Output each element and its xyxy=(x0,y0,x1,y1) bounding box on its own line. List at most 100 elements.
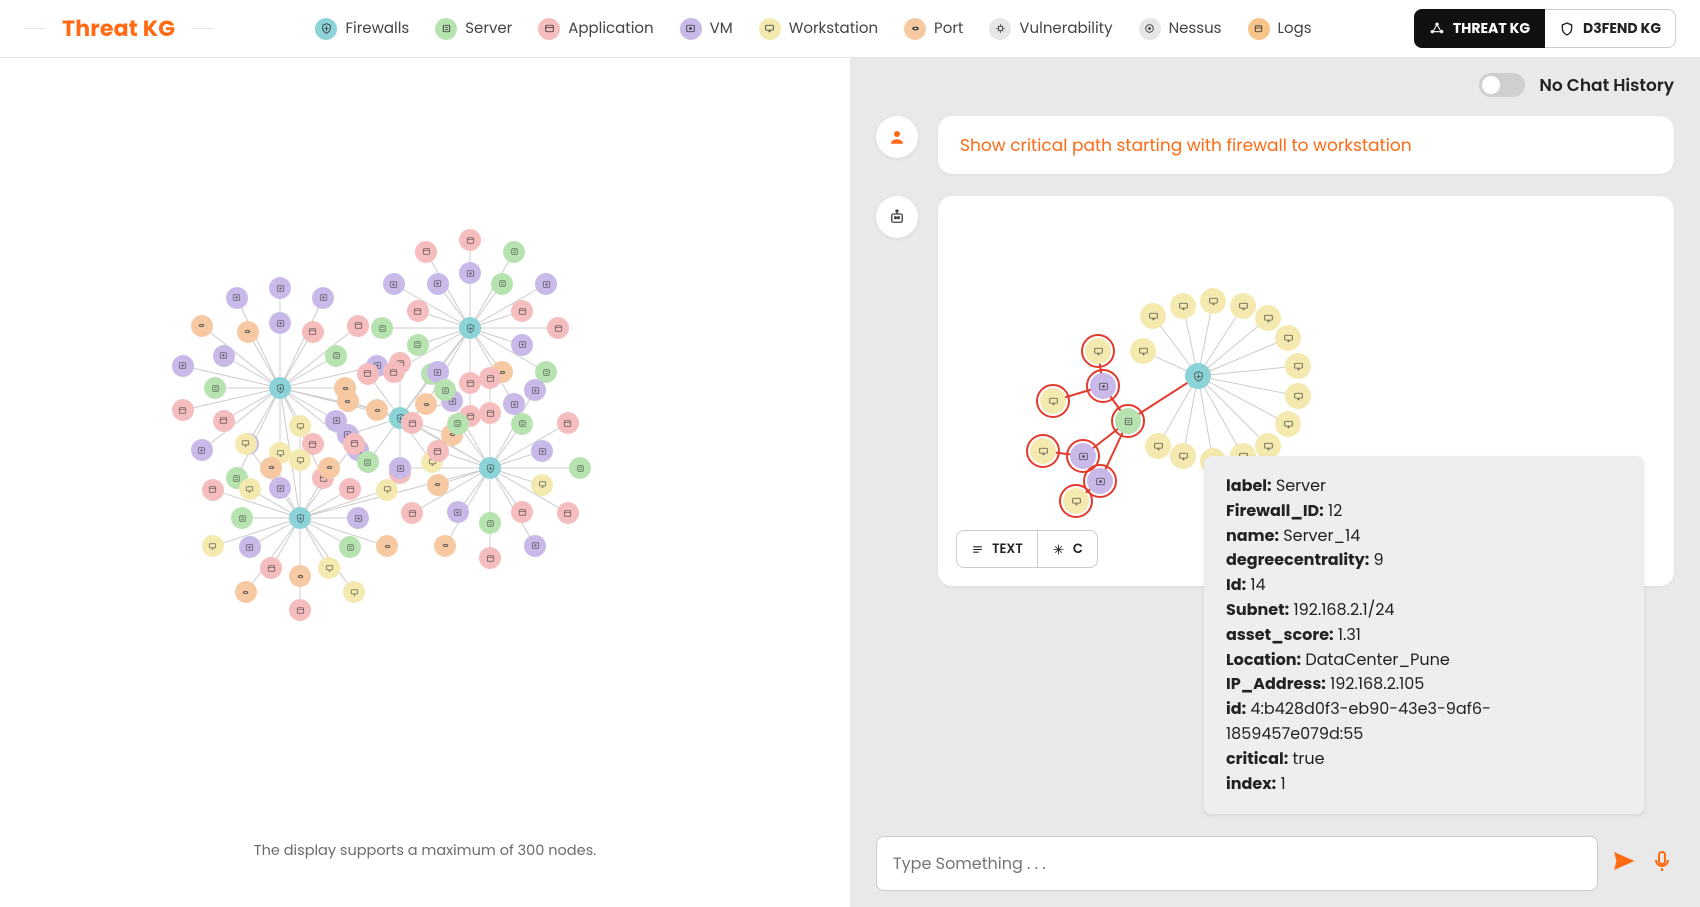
graph-node-vm[interactable] xyxy=(347,507,369,529)
mini-node-workstation[interactable] xyxy=(1275,411,1301,437)
graph-node-application[interactable] xyxy=(459,372,481,394)
graph-node-vm[interactable] xyxy=(459,262,481,284)
graph-node-workstation[interactable] xyxy=(289,449,311,471)
mini-node-workstation[interactable] xyxy=(1040,388,1066,414)
threat-kg-tab[interactable]: THREAT KG xyxy=(1414,9,1545,48)
mini-node-workstation[interactable] xyxy=(1170,293,1196,319)
graph-node-server[interactable] xyxy=(491,273,513,295)
mini-node-workstation[interactable] xyxy=(1145,433,1171,459)
mini-node-workstation[interactable] xyxy=(1230,293,1256,319)
graph-node-application[interactable] xyxy=(479,367,501,389)
mini-node-workstation[interactable] xyxy=(1285,383,1311,409)
graph-node-application[interactable] xyxy=(302,321,324,343)
graph-node-vm[interactable] xyxy=(191,439,213,461)
graph-node-port[interactable] xyxy=(337,390,359,412)
graph-node-vm[interactable] xyxy=(524,535,546,557)
graph-node-firewall[interactable] xyxy=(269,377,291,399)
chat-history-toggle[interactable] xyxy=(1479,73,1525,97)
legend-firewalls[interactable]: Firewalls xyxy=(315,17,409,40)
graph-node-port[interactable] xyxy=(434,535,456,557)
graph-node-application[interactable] xyxy=(459,229,481,251)
graph-node-workstation[interactable] xyxy=(376,479,398,501)
legend-vm[interactable]: VM xyxy=(680,17,733,40)
graph-node-server[interactable] xyxy=(447,413,469,435)
graph-node-vm[interactable] xyxy=(389,457,411,479)
graph-node-vm[interactable] xyxy=(269,277,291,299)
mini-node-workstation[interactable] xyxy=(1285,353,1311,379)
graph-panel[interactable]: The display supports a maximum of 300 no… xyxy=(0,58,850,907)
graph-node-firewall[interactable] xyxy=(459,317,481,339)
graph-node-port[interactable] xyxy=(318,457,340,479)
graph-node-application[interactable] xyxy=(557,412,579,434)
response-text-tab[interactable]: TEXT xyxy=(956,530,1038,568)
graph-node-server[interactable] xyxy=(325,345,347,367)
mini-node-vm[interactable] xyxy=(1087,468,1113,494)
mini-node-workstation[interactable] xyxy=(1130,338,1156,364)
mini-node-workstation[interactable] xyxy=(1030,438,1056,464)
graph-node-application[interactable] xyxy=(401,412,423,434)
graph-node-server[interactable] xyxy=(357,451,379,473)
graph-node-vm[interactable] xyxy=(269,312,291,334)
graph-node-application[interactable] xyxy=(343,433,365,455)
mini-node-vm[interactable] xyxy=(1090,373,1116,399)
legend-nessus[interactable]: Nessus xyxy=(1139,17,1222,40)
legend-server[interactable]: Server xyxy=(435,17,512,40)
graph-node-server[interactable] xyxy=(569,457,591,479)
graph-node-workstation[interactable] xyxy=(289,415,311,437)
graph-node-firewall[interactable] xyxy=(289,507,311,529)
response-cypher-tab[interactable]: C xyxy=(1038,530,1098,568)
graph-node-server[interactable] xyxy=(231,507,253,529)
graph-node-vm[interactable] xyxy=(427,273,449,295)
mini-node-workstation[interactable] xyxy=(1063,488,1089,514)
graph-node-application[interactable] xyxy=(557,502,579,524)
graph-node-port[interactable] xyxy=(427,474,449,496)
graph-node-vm[interactable] xyxy=(383,273,405,295)
graph-node-application[interactable] xyxy=(347,315,369,337)
legend-workstation[interactable]: Workstation xyxy=(759,17,878,40)
legend-vulnerability[interactable]: Vulnerability xyxy=(989,17,1112,40)
graph-node-vm[interactable] xyxy=(269,477,291,499)
graph-node-vm[interactable] xyxy=(447,501,469,523)
graph-node-workstation[interactable] xyxy=(202,535,224,557)
graph-node-vm[interactable] xyxy=(524,379,546,401)
graph-node-application[interactable] xyxy=(357,363,379,385)
mini-node-workstation[interactable] xyxy=(1200,288,1226,314)
graph-node-server[interactable] xyxy=(503,241,525,263)
graph-node-vm[interactable] xyxy=(226,287,248,309)
graph-node-application[interactable] xyxy=(213,410,235,432)
graph-node-vm[interactable] xyxy=(239,536,261,558)
graph-node-application[interactable] xyxy=(172,399,194,421)
graph-node-port[interactable] xyxy=(289,565,311,587)
graph-node-port[interactable] xyxy=(260,457,282,479)
graph-node-application[interactable] xyxy=(383,361,405,383)
graph-node-firewall[interactable] xyxy=(479,457,501,479)
graph-node-application[interactable] xyxy=(479,547,501,569)
graph-node-workstation[interactable] xyxy=(239,478,261,500)
graph-node-application[interactable] xyxy=(427,440,449,462)
graph-node-application[interactable] xyxy=(407,300,429,322)
mini-node-vm[interactable] xyxy=(1070,443,1096,469)
mini-node-workstation[interactable] xyxy=(1275,325,1301,351)
graph-node-port[interactable] xyxy=(191,315,213,337)
legend-application[interactable]: Application xyxy=(538,17,653,40)
graph-node-server[interactable] xyxy=(204,377,226,399)
chat-input[interactable] xyxy=(876,836,1598,891)
graph-node-server[interactable] xyxy=(407,334,429,356)
send-button[interactable] xyxy=(1612,849,1636,879)
mini-node-workstation[interactable] xyxy=(1085,338,1111,364)
mic-button[interactable] xyxy=(1650,849,1674,879)
mini-node-workstation[interactable] xyxy=(1170,443,1196,469)
mini-node-firewall[interactable] xyxy=(1185,363,1211,389)
graph-node-server[interactable] xyxy=(511,413,533,435)
graph-node-application[interactable] xyxy=(401,502,423,524)
graph-node-application[interactable] xyxy=(202,479,224,501)
mini-node-workstation[interactable] xyxy=(1140,303,1166,329)
graph-node-server[interactable] xyxy=(434,379,456,401)
graph-node-vm[interactable] xyxy=(172,355,194,377)
mini-node-server[interactable] xyxy=(1115,408,1141,434)
legend-port[interactable]: Port xyxy=(904,17,963,40)
graph-node-application[interactable] xyxy=(547,317,569,339)
graph-node-workstation[interactable] xyxy=(235,433,257,455)
mini-node-workstation[interactable] xyxy=(1255,305,1281,331)
graph-node-vm[interactable] xyxy=(213,345,235,367)
